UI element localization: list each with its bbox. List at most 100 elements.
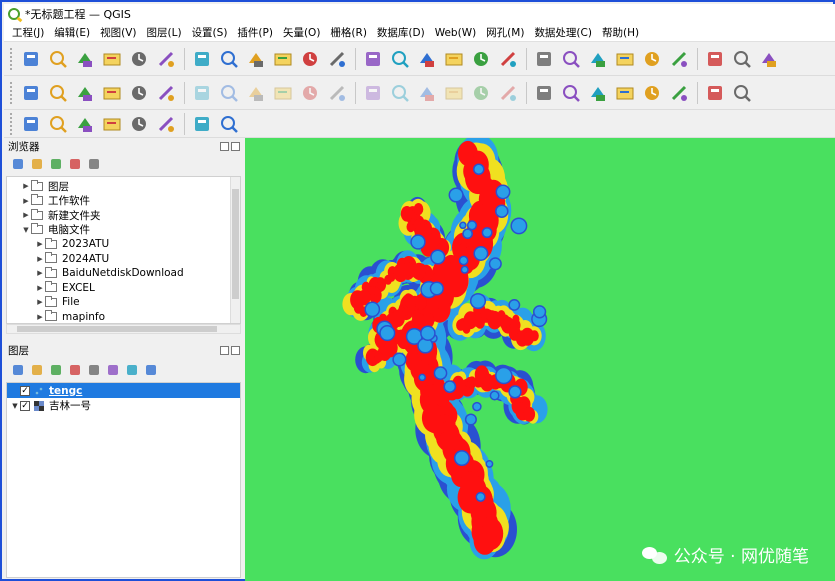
zoom-out-icon[interactable]: [272, 48, 294, 70]
locate-icon[interactable]: [74, 113, 96, 135]
zoom-last-icon[interactable]: [416, 48, 438, 70]
print-layout-icon[interactable]: [128, 48, 150, 70]
coordinate-icon[interactable]: [191, 113, 213, 135]
menu-item[interactable]: 设置(S): [192, 25, 228, 40]
map-canvas[interactable]: 公众号 · 网优随笔: [245, 138, 835, 581]
pan-to-selection-icon[interactable]: [218, 48, 240, 70]
browser-item[interactable]: ▼ 电脑文件: [7, 223, 240, 238]
float-panel-icon[interactable]: [220, 141, 229, 151]
save-as-icon[interactable]: [101, 48, 123, 70]
zoom-to-selection-icon[interactable]: [326, 48, 348, 70]
layer-visibility-checkbox[interactable]: ✓: [20, 385, 30, 396]
rotate-label-icon[interactable]: [668, 82, 690, 104]
cut-icon[interactable]: [389, 82, 411, 104]
browser-horizontal-scrollbar[interactable]: [6, 324, 241, 334]
temporal-controller-icon[interactable]: [560, 48, 582, 70]
label-icon[interactable]: [533, 82, 555, 104]
show-label-icon[interactable]: [614, 82, 636, 104]
select-features-icon[interactable]: [614, 48, 636, 70]
delete-icon[interactable]: [362, 82, 384, 104]
copy-icon[interactable]: [416, 82, 438, 104]
browser-item[interactable]: ▶ mapinfo: [7, 310, 240, 324]
vertex-tool-icon[interactable]: [299, 82, 321, 104]
chevron-right-icon[interactable]: ▶: [35, 298, 45, 306]
zoom-pin-icon[interactable]: [101, 113, 123, 135]
properties-icon[interactable]: [88, 158, 100, 170]
label-tool-icon[interactable]: [731, 82, 753, 104]
layers-tree[interactable]: ✓ tengc ▼ ✓ 吉林一号: [6, 382, 241, 578]
browser-item[interactable]: ▶ EXCEL: [7, 281, 240, 296]
refresh-icon[interactable]: [587, 48, 609, 70]
menu-item[interactable]: Web(W): [435, 27, 476, 39]
toggle-editing-icon[interactable]: [218, 82, 240, 104]
zoom-full-icon[interactable]: [299, 48, 321, 70]
identify-icon[interactable]: [731, 48, 753, 70]
chevron-right-icon[interactable]: ▶: [35, 269, 45, 277]
chevron-right-icon[interactable]: ▶: [35, 255, 45, 263]
new-project-icon[interactable]: [20, 48, 42, 70]
measure-icon[interactable]: [758, 48, 780, 70]
add-delimited-text-icon[interactable]: [74, 82, 96, 104]
add-feature-icon[interactable]: [272, 82, 294, 104]
zoom-native-icon[interactable]: [389, 48, 411, 70]
expand-icon[interactable]: [107, 364, 119, 376]
zoom-next-icon[interactable]: [443, 48, 465, 70]
add-vector-layer-icon[interactable]: [20, 82, 42, 104]
menu-item[interactable]: 工程(J): [12, 25, 44, 40]
node-tool-icon[interactable]: [326, 82, 348, 104]
zoom-in-icon[interactable]: [245, 48, 267, 70]
change-label-icon[interactable]: [704, 82, 726, 104]
pan-icon[interactable]: [191, 48, 213, 70]
digitize-icon[interactable]: [101, 82, 123, 104]
browser-item[interactable]: ▶ File: [7, 295, 240, 310]
open-project-icon[interactable]: [47, 48, 69, 70]
bookmark-icon[interactable]: [497, 48, 519, 70]
menu-item[interactable]: 数据库(D): [377, 25, 425, 40]
layer-visibility-checkbox[interactable]: ✓: [20, 400, 30, 411]
chevron-right-icon[interactable]: ▶: [21, 211, 31, 219]
collapse-icon[interactable]: [126, 364, 138, 376]
menu-item[interactable]: 数据处理(C): [534, 25, 592, 40]
add-wfs-icon[interactable]: [155, 82, 177, 104]
add-selected-icon[interactable]: [12, 158, 24, 170]
save-edits-icon[interactable]: [245, 82, 267, 104]
browser-item[interactable]: ▶ 2023ATU: [7, 237, 240, 252]
float-panel-icon[interactable]: [220, 345, 229, 355]
menu-item[interactable]: 帮助(H): [602, 25, 639, 40]
zoom-to-layer-icon[interactable]: [362, 48, 384, 70]
menu-item[interactable]: 栅格(R): [330, 25, 367, 40]
browser-vertical-scrollbar[interactable]: [230, 177, 240, 323]
style-manager-icon[interactable]: [155, 48, 177, 70]
collapse-icon[interactable]: [69, 158, 81, 170]
chevron-right-icon[interactable]: ▶: [35, 240, 45, 248]
chevron-down-icon[interactable]: ▼: [10, 402, 20, 410]
refresh-icon[interactable]: [31, 158, 43, 170]
new-map-view-icon[interactable]: [470, 48, 492, 70]
menu-item[interactable]: 网孔(M): [486, 25, 524, 40]
chevron-right-icon[interactable]: ▶: [35, 313, 45, 321]
select-rect-icon[interactable]: [128, 113, 150, 135]
menu-item[interactable]: 插件(P): [237, 25, 273, 40]
pin-label-icon[interactable]: [587, 82, 609, 104]
layer-item[interactable]: ▼ ✓ 吉林一号: [7, 398, 240, 413]
globe-icon[interactable]: [155, 113, 177, 135]
show-bookmarks-icon[interactable]: [533, 48, 555, 70]
browser-item[interactable]: ▶ BaiduNetdiskDownload: [7, 266, 240, 281]
browser-item[interactable]: ▶ 新建文件夹: [7, 208, 240, 223]
field-calculator-icon[interactable]: [668, 48, 690, 70]
attribute-table-icon[interactable]: [641, 48, 663, 70]
remove-icon[interactable]: [145, 364, 157, 376]
browser-item[interactable]: ▶ 2024ATU: [7, 252, 240, 267]
add-group-icon[interactable]: [31, 364, 43, 376]
add-wms-icon[interactable]: [128, 82, 150, 104]
visibility-icon[interactable]: [50, 364, 62, 376]
filter-expression-icon[interactable]: [88, 364, 100, 376]
menu-item[interactable]: 编辑(E): [54, 25, 90, 40]
move-label-icon[interactable]: [641, 82, 663, 104]
tools-icon[interactable]: [218, 113, 240, 135]
browser-item[interactable]: ▶ 工作软件: [7, 194, 240, 209]
close-panel-icon[interactable]: [231, 345, 240, 355]
chevron-right-icon[interactable]: ▶: [21, 197, 31, 205]
statistics-icon[interactable]: [704, 48, 726, 70]
style-icon[interactable]: [12, 364, 24, 376]
